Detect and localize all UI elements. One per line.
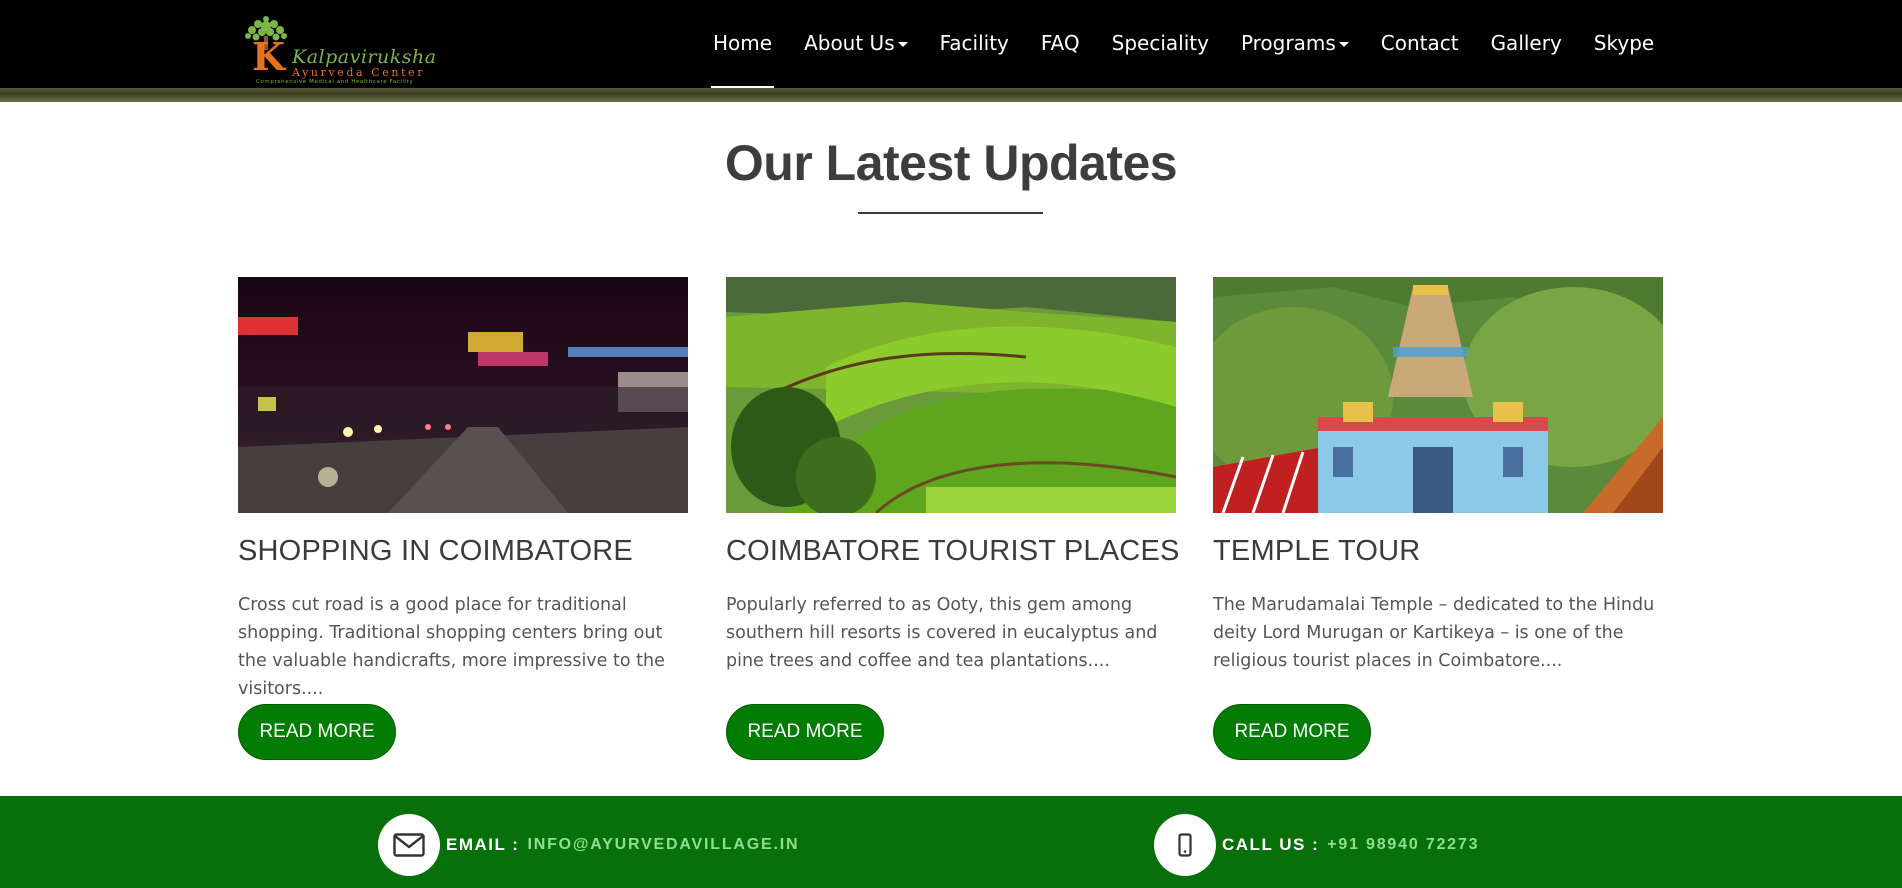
site-logo[interactable]: K Kalpaviruksha Ayurveda Center Comprehe… (236, 16, 466, 85)
contact-band (0, 796, 1902, 888)
tea-plantation-hills-photo[interactable] (726, 277, 1176, 513)
phone-link[interactable]: +91 98940 72273 (1327, 836, 1479, 854)
nav-item-gallery[interactable]: Gallery (1475, 0, 1578, 88)
logo-name: Kalpaviruksha (292, 46, 437, 68)
marudamalai-temple-photo[interactable] (1213, 277, 1663, 513)
nav-label: FAQ (1040, 31, 1080, 55)
card-excerpt: Cross cut road is a good place for tradi… (238, 595, 665, 699)
nav-item-contact[interactable]: Contact (1365, 0, 1475, 88)
header-stripe (0, 88, 1902, 102)
nav-label: Programs (1240, 31, 1336, 55)
read-more-button[interactable]: READ MORE (726, 704, 884, 760)
nav-item-speciality[interactable]: Speciality (1096, 0, 1225, 88)
nav-item-programs[interactable]: Programs (1225, 0, 1365, 88)
nav-label: Speciality (1111, 31, 1209, 55)
envelope-icon (378, 814, 440, 876)
card-title[interactable]: SHOPPING IN COIMBATORE (238, 535, 633, 568)
update-card-tourist-places: COIMBATORE TOURIST PLACES Popularly refe… (726, 277, 1179, 760)
nav-label: About Us (804, 31, 895, 55)
caret-down-icon (1338, 41, 1349, 47)
nav-item-skype[interactable]: Skype (1578, 0, 1670, 88)
update-card-shopping: SHOPPING IN COIMBATORE Cross cut road is… (238, 277, 688, 760)
night-street-shopping-photo[interactable] (238, 277, 688, 513)
title-underline (858, 212, 1043, 214)
nav-item-home[interactable]: Home (697, 0, 788, 88)
caret-down-icon (897, 41, 908, 47)
nav-item-facility[interactable]: Facility (924, 0, 1025, 88)
call-label: CALL US : (1222, 835, 1320, 854)
card-excerpt: Popularly referred to as Ooty, this gem … (726, 595, 1158, 671)
section-title: Our Latest Updates (724, 135, 1178, 191)
read-more-button[interactable]: READ MORE (1213, 704, 1371, 760)
logo-tagline: Comprehensive Medical and Healthcare Fac… (256, 79, 414, 85)
email-link[interactable]: INFO@AYURVEDAVILLAGE.IN (527, 836, 799, 854)
update-card-temple-tour: TEMPLE TOUR The Marudamalai Temple – ded… (1213, 277, 1663, 760)
logo-letter: K (252, 34, 286, 79)
nav-item-about-us[interactable]: About Us (788, 0, 924, 88)
nav-label: Contact (1380, 31, 1459, 55)
nav-label: Home (713, 31, 773, 55)
phone-contact: CALL US : +91 98940 72273 (1154, 814, 1479, 876)
email-contact: EMAIL : INFO@AYURVEDAVILLAGE.IN (378, 814, 799, 876)
nav-label: Facility (939, 31, 1009, 55)
nav-item-faq[interactable]: FAQ (1025, 0, 1096, 88)
card-excerpt: The Marudamalai Temple – dedicated to th… (1213, 595, 1655, 671)
nav-label: Gallery (1490, 31, 1562, 55)
email-label: EMAIL : (446, 835, 520, 854)
logo-subtitle: Ayurveda Center (292, 66, 426, 79)
main-navigation: Home About Us Facility FAQ Speciality Pr… (697, 0, 1670, 88)
read-more-button[interactable]: READ MORE (238, 704, 396, 760)
card-title[interactable]: TEMPLE TOUR (1213, 535, 1420, 568)
nav-label: Skype (1593, 31, 1655, 55)
card-title[interactable]: COIMBATORE TOURIST PLACES (726, 535, 1180, 568)
mobile-phone-icon (1154, 814, 1216, 876)
